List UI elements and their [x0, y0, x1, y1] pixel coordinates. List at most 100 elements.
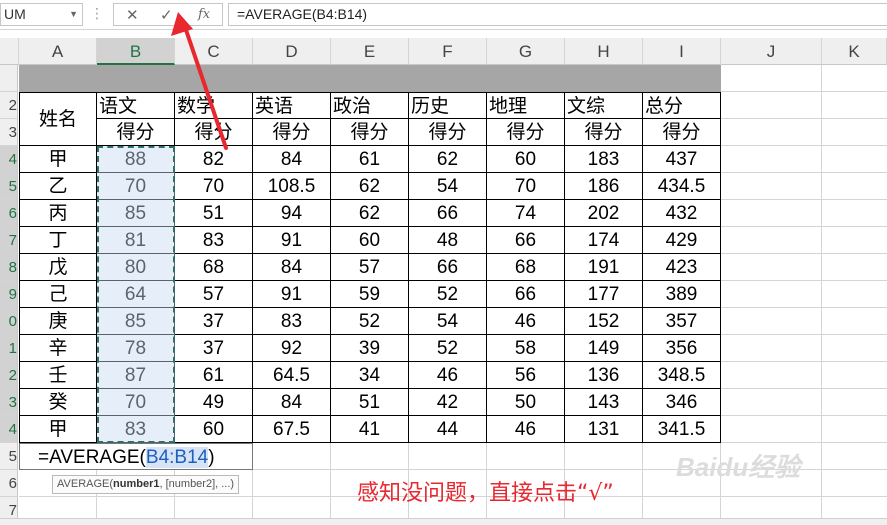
row-header[interactable]: 5	[0, 443, 18, 470]
score-cell[interactable]: 50	[487, 389, 565, 416]
score-cell[interactable]: 341.5	[643, 416, 721, 443]
score-cell[interactable]: 131	[565, 416, 643, 443]
active-cell-editor[interactable]: =AVERAGE(B4:B14)	[19, 443, 253, 470]
score-cell[interactable]: 432	[643, 200, 721, 227]
score-cell[interactable]: 46	[487, 416, 565, 443]
empty-cell[interactable]	[822, 92, 887, 119]
empty-cell[interactable]	[721, 362, 822, 389]
score-label-cell[interactable]: 得分	[175, 119, 253, 146]
score-cell[interactable]: 348.5	[643, 362, 721, 389]
student-name-cell[interactable]: 辛	[19, 335, 97, 362]
column-header-i[interactable]: I	[643, 38, 721, 65]
empty-cell[interactable]	[721, 308, 822, 335]
student-name-cell[interactable]: 癸	[19, 389, 97, 416]
score-cell[interactable]: 84	[253, 146, 331, 173]
score-cell[interactable]: 177	[565, 281, 643, 308]
row-header[interactable]	[0, 65, 18, 92]
score-cell[interactable]: 49	[175, 389, 253, 416]
student-name-cell[interactable]: 丁	[19, 227, 97, 254]
score-cell[interactable]: 61	[331, 146, 409, 173]
column-header-e[interactable]: E	[331, 38, 409, 65]
score-cell[interactable]: 52	[409, 281, 487, 308]
score-cell[interactable]: 54	[409, 173, 487, 200]
student-name-cell[interactable]: 甲	[19, 416, 97, 443]
tooltip-arg[interactable]: number1	[113, 478, 159, 490]
subject-header-cell[interactable]: 文综	[565, 92, 643, 119]
score-cell[interactable]: 60	[175, 416, 253, 443]
name-box[interactable]: UM ▼	[0, 3, 83, 26]
column-header-k[interactable]: K	[822, 38, 887, 65]
empty-cell[interactable]	[331, 443, 409, 470]
score-cell[interactable]: 91	[253, 281, 331, 308]
empty-cell[interactable]	[721, 92, 822, 119]
score-cell[interactable]: 183	[565, 146, 643, 173]
subject-header-cell[interactable]: 总分	[643, 92, 721, 119]
score-label-cell[interactable]: 得分	[565, 119, 643, 146]
empty-cell[interactable]	[822, 389, 887, 416]
empty-cell[interactable]	[721, 254, 822, 281]
empty-cell[interactable]	[822, 470, 887, 497]
score-cell[interactable]: 48	[409, 227, 487, 254]
empty-cell[interactable]	[822, 65, 887, 92]
row-header[interactable]: 3	[0, 389, 18, 416]
row-header[interactable]: 4	[0, 416, 18, 443]
empty-cell[interactable]	[253, 470, 331, 497]
empty-cell[interactable]	[822, 254, 887, 281]
score-cell[interactable]: 60	[331, 227, 409, 254]
student-name-cell[interactable]: 庚	[19, 308, 97, 335]
score-cell[interactable]: 68	[487, 254, 565, 281]
score-cell[interactable]: 68	[175, 254, 253, 281]
score-cell[interactable]: 74	[487, 200, 565, 227]
score-cell[interactable]: 143	[565, 389, 643, 416]
score-cell[interactable]: 62	[331, 200, 409, 227]
select-all-corner[interactable]	[0, 38, 19, 65]
empty-cell[interactable]	[409, 443, 487, 470]
score-cell[interactable]: 60	[487, 146, 565, 173]
score-cell[interactable]: 64	[97, 281, 175, 308]
student-name-cell[interactable]: 乙	[19, 173, 97, 200]
empty-cell[interactable]	[822, 119, 887, 146]
subject-header-cell[interactable]: 语文	[97, 92, 175, 119]
score-cell[interactable]: 191	[565, 254, 643, 281]
empty-cell[interactable]	[721, 416, 822, 443]
score-cell[interactable]: 434.5	[643, 173, 721, 200]
column-header-g[interactable]: G	[487, 38, 565, 65]
score-cell[interactable]: 62	[409, 146, 487, 173]
score-cell[interactable]: 88	[97, 146, 175, 173]
score-cell[interactable]: 51	[175, 200, 253, 227]
score-cell[interactable]: 152	[565, 308, 643, 335]
column-header-a[interactable]: A	[19, 38, 97, 65]
header-band[interactable]	[19, 65, 721, 92]
formula-input[interactable]: =AVERAGE(B4:B14)	[228, 3, 887, 26]
row-header[interactable]: 4	[0, 146, 18, 173]
score-cell[interactable]: 37	[175, 308, 253, 335]
column-header-h[interactable]: H	[565, 38, 643, 65]
row-header[interactable]: 2	[0, 92, 18, 119]
score-label-cell[interactable]: 得分	[253, 119, 331, 146]
sheet-tab-strip[interactable]	[0, 518, 887, 525]
score-cell[interactable]: 46	[409, 362, 487, 389]
score-cell[interactable]: 84	[253, 254, 331, 281]
score-cell[interactable]: 70	[97, 173, 175, 200]
score-cell[interactable]: 34	[331, 362, 409, 389]
score-cell[interactable]: 92	[253, 335, 331, 362]
score-cell[interactable]: 37	[175, 335, 253, 362]
empty-cell[interactable]	[721, 227, 822, 254]
score-cell[interactable]: 78	[97, 335, 175, 362]
score-cell[interactable]: 57	[331, 254, 409, 281]
row-header[interactable]: 5	[0, 173, 18, 200]
score-label-cell[interactable]: 得分	[97, 119, 175, 146]
empty-cell[interactable]	[721, 119, 822, 146]
empty-cell[interactable]	[822, 227, 887, 254]
score-cell[interactable]: 346	[643, 389, 721, 416]
empty-cell[interactable]	[822, 362, 887, 389]
empty-cell[interactable]	[721, 146, 822, 173]
row-header[interactable]: 0	[0, 308, 18, 335]
empty-cell[interactable]	[822, 335, 887, 362]
score-cell[interactable]: 83	[175, 227, 253, 254]
cancel-icon[interactable]: ✕	[126, 6, 139, 24]
subject-header-cell[interactable]: 地理	[487, 92, 565, 119]
column-header-f[interactable]: F	[409, 38, 487, 65]
score-cell[interactable]: 136	[565, 362, 643, 389]
empty-cell[interactable]	[721, 389, 822, 416]
